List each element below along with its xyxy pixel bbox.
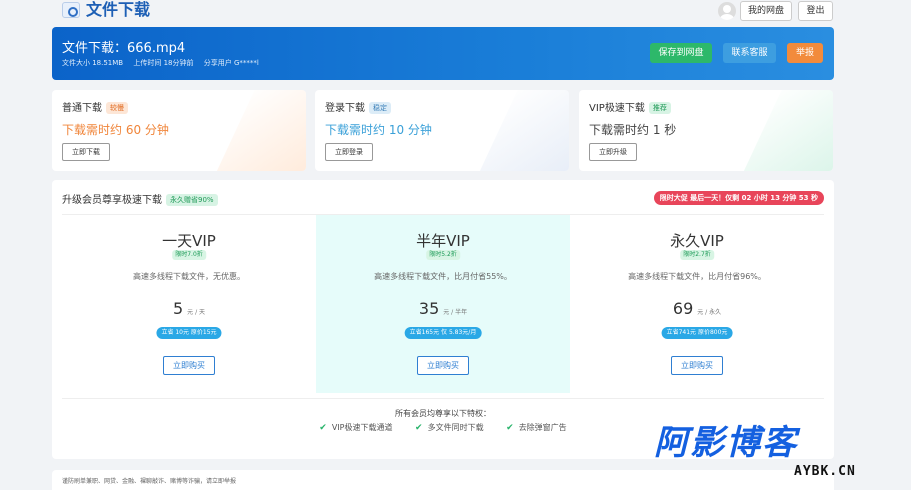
watermark-sub: AYBK.CN — [794, 464, 856, 479]
speed-tag: 推荐 — [648, 102, 671, 114]
plan-savings: 立省741元 原价800元 — [661, 327, 733, 339]
countdown-badge: 限时大促 最后一天！仅剩 02 小时 13 分钟 53 秒 — [653, 191, 824, 205]
plan-discount: 限时7.0折 — [172, 250, 206, 260]
watermark-main: 阿影博客 — [654, 423, 798, 463]
top-bar: 文件下载 我的网盘 登出 — [0, 0, 911, 24]
save-to-drive-button[interactable]: 保存到网盘 — [650, 43, 712, 63]
card-title: 普通下载 较慢 — [62, 99, 128, 114]
card-title: VIP极速下载 推荐 — [589, 99, 671, 114]
plan-name: 一天VIP — [162, 232, 216, 250]
file-meta: 文件大小 18.51MB 上传时间 18分钟前 分享用户 G*****l — [62, 58, 267, 68]
plan-price: 69 元 / 永久 — [672, 299, 722, 318]
card-decoration — [475, 90, 569, 171]
logout-button[interactable]: 登出 — [798, 1, 833, 21]
plan-savings: 立省 10元 原价15元 — [156, 327, 222, 339]
file-size: 文件大小 18.51MB — [62, 59, 124, 67]
check-icon: ✔ — [319, 423, 327, 433]
fraud-notice-text: 谨防刷单兼职、网贷、金融、裸聊敲诈、赌博等诈骗，请立即举报 — [62, 478, 237, 485]
file-banner: 文件下载：666.mp4 文件大小 18.51MB 上传时间 18分钟前 分享用… — [52, 27, 834, 80]
report-button[interactable]: 举报 — [787, 43, 823, 63]
card-decoration — [212, 90, 306, 171]
plan-price: 5元 / 天 — [172, 299, 206, 318]
plan-discount: 限时5.2折 — [426, 250, 460, 260]
contact-support-button[interactable]: 联系客服 — [723, 43, 776, 63]
privilege-item: ✔ VIP极速下载通道 — [319, 423, 393, 433]
upload-time: 上传时间 18分钟前 — [133, 59, 194, 67]
watermark: 阿影博客 AYBK.CN — [654, 424, 890, 486]
buy-button[interactable]: 立即购买 — [417, 356, 469, 375]
plan-desc: 高速多线程下载文件，比月付省96%。 — [628, 272, 766, 281]
plan-name: 永久VIP — [670, 232, 724, 250]
sharer: 分享用户 G*****l — [203, 59, 259, 67]
check-icon: ✔ — [415, 423, 423, 433]
vip-download-card: VIP极速下载 推荐 下载需时约 1 秒 立即升级 — [579, 90, 833, 171]
buy-button[interactable]: 立即购买 — [163, 356, 215, 375]
download-now-button[interactable]: 立即下载 — [62, 143, 110, 161]
file-title: 文件下载：666.mp4 — [62, 41, 186, 56]
plan-one-day: 一天VIP 限时7.0折 高速多线程下载文件，无优惠。 5元 / 天 立省 10… — [62, 215, 316, 393]
plan-name: 半年VIP — [416, 232, 470, 250]
login-now-button[interactable]: 立即登录 — [325, 143, 373, 161]
download-time: 下载需时约 10 分钟 — [325, 123, 432, 137]
vip-badge: 永久赠省90% — [166, 194, 218, 206]
privilege-item: ✔ 去除弹窗广告 — [506, 423, 567, 433]
vip-panel-title: 升级会员尊享极速下载 永久赠省90% — [62, 191, 218, 206]
speed-tag: 稳定 — [369, 102, 391, 114]
login-download-card: 登录下载 稳定 下载需时约 10 分钟 立即登录 — [315, 90, 569, 171]
plan-desc: 高速多线程下载文件，比月付省55%。 — [374, 272, 512, 281]
upgrade-now-button[interactable]: 立即升级 — [589, 143, 637, 161]
buy-button[interactable]: 立即购买 — [671, 356, 723, 375]
card-title: 登录下载 稳定 — [325, 99, 391, 114]
plan-price: 35 元 / 半年 — [418, 299, 468, 318]
plan-discount: 限时2.7折 — [680, 250, 714, 260]
card-decoration — [739, 90, 833, 171]
logo-icon — [62, 2, 80, 18]
speed-tag: 较慢 — [106, 102, 128, 114]
plan-lifetime: 永久VIP 限时2.7折 高速多线程下载文件，比月付省96%。 69 元 / 永久… — [570, 215, 824, 393]
avatar[interactable] — [718, 2, 736, 20]
site-title: 文件下载 — [86, 0, 151, 19]
normal-download-card: 普通下载 较慢 下载需时约 60 分钟 立即下载 — [52, 90, 306, 171]
plan-savings: 立省165元 仅 5.83元/月 — [404, 327, 482, 339]
divider — [62, 398, 824, 399]
vip-panel: 升级会员尊享极速下载 永久赠省90% 限时大促 最后一天！仅剩 02 小时 13 … — [52, 180, 834, 459]
check-icon: ✔ — [506, 423, 514, 433]
privileges-title: 所有会员均尊享以下特权： — [395, 409, 491, 418]
download-time: 下载需时约 60 分钟 — [62, 123, 169, 137]
privilege-item: ✔ 多文件同时下载 — [415, 423, 484, 433]
my-drive-button[interactable]: 我的网盘 — [740, 1, 792, 21]
plan-half-year: 半年VIP 限时5.2折 高速多线程下载文件，比月付省55%。 35 元 / 半年… — [316, 215, 570, 393]
download-time: 下载需时约 1 秒 — [589, 123, 677, 137]
plan-desc: 高速多线程下载文件，无优惠。 — [133, 272, 245, 281]
